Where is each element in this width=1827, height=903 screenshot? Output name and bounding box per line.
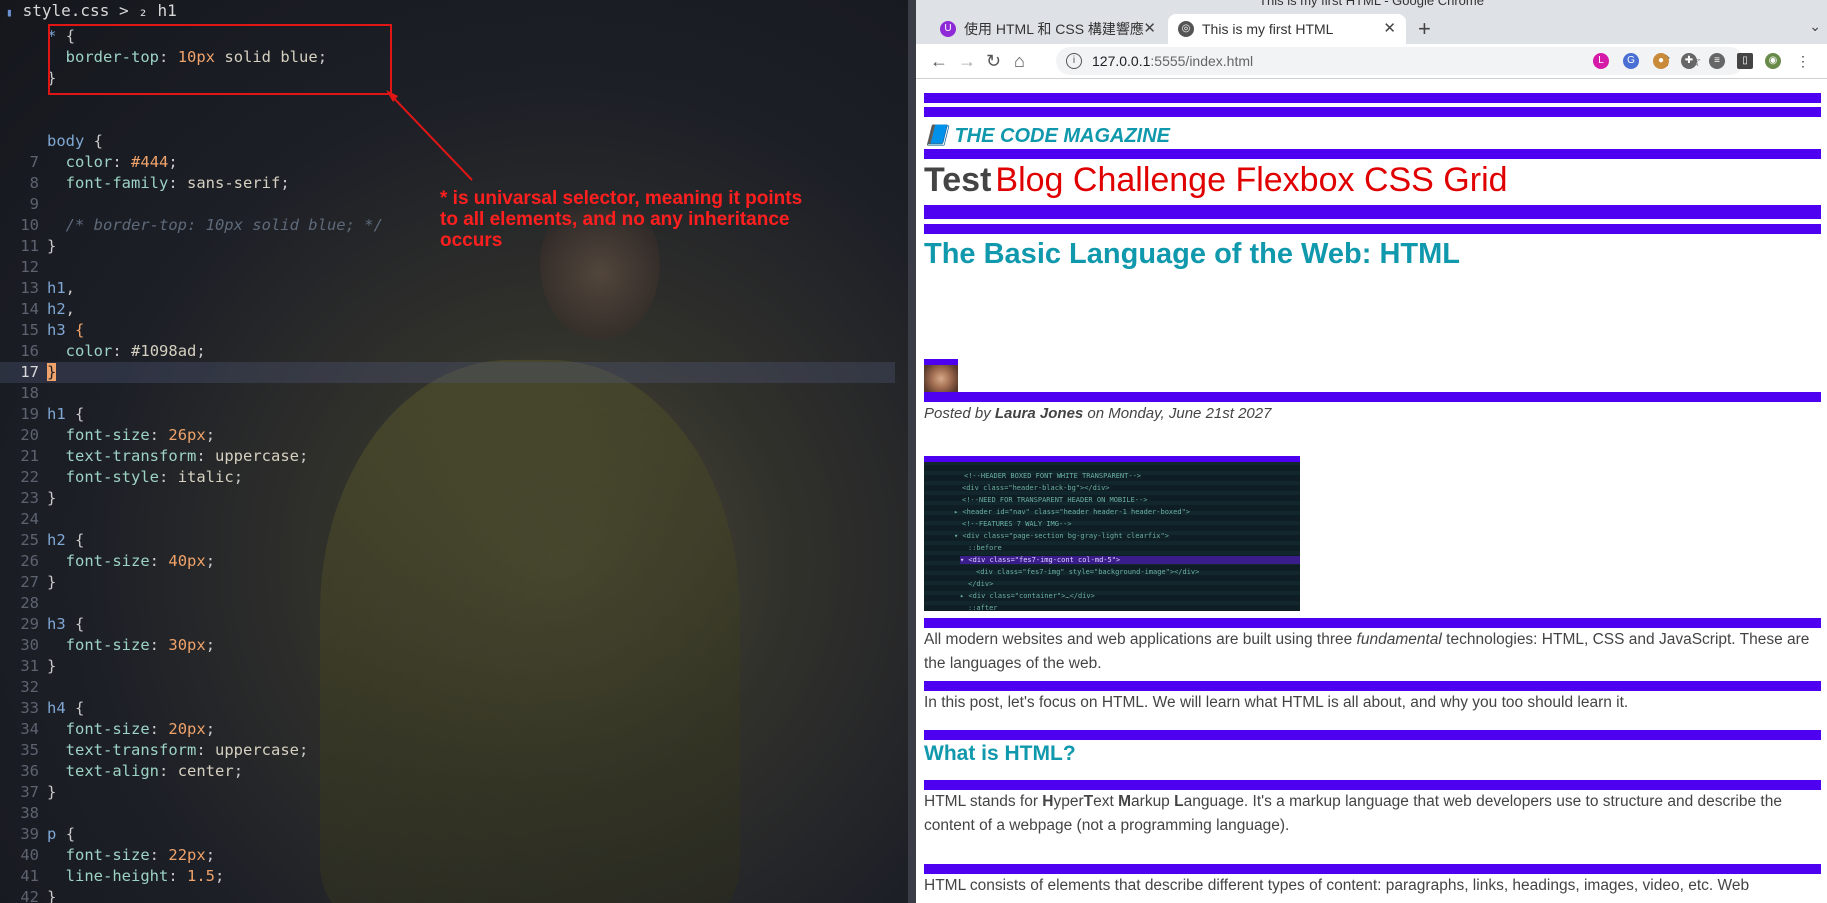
magazine-title: 📘 The Code Magazine [924,125,1171,147]
tab-label: 使用 HTML 和 CSS 構建響應 [964,21,1144,37]
tab-favicon-icon: U [940,21,956,37]
menu-kebab-icon[interactable]: ⋮ [1795,53,1811,69]
p3-part: ext [1093,793,1119,810]
url-path: :5555/index.html [1150,53,1254,69]
nav-heading: Test Blog Challenge Flexbox CSS Grid [924,149,1821,219]
top-border [924,93,1821,103]
p3-strong: H [1042,793,1054,810]
address-bar[interactable]: i 127.0.0.1:5555/index.html ⌕ ⇪ ☆ [1056,47,1744,75]
tab-close-icon[interactable]: ✕ [1143,14,1156,44]
web-page: 📘 The Code Magazine Test Blog Challenge F… [916,79,1827,903]
paragraph-html-def: HTML stands for HyperText Markup Languag… [924,780,1821,838]
window-title: This is my first HTML - Google Chrome [916,0,1827,8]
section-heading: What is HTML? [924,730,1821,768]
annotation-arrow [386,90,473,181]
home-icon[interactable]: ⌂ [1014,49,1025,73]
browser-toolbar: ← → ↻ ⌂ i 127.0.0.1:5555/index.html ⌕ ⇪ … [916,44,1827,79]
tab-close-icon[interactable]: ✕ [1383,14,1396,44]
url-host: 127.0.0.1 [1092,53,1151,69]
hero-image: <!--HEADER BOXED FONT WHITE TRANSPARENT-… [924,456,1300,611]
paragraph-intro: All modern websites and web applications… [924,618,1821,676]
tab-search-button[interactable]: ⌄ [1809,18,1821,35]
extension-icon[interactable]: L [1593,53,1609,69]
extensions-puzzle-icon[interactable]: ✚ [1681,53,1697,69]
back-icon[interactable]: ← [930,49,948,73]
annotation-text: * is univarsal selector, meaning it poin… [440,188,803,251]
window-splitter[interactable] [908,0,916,903]
tab-active[interactable]: ◎ This is my first HTML ✕ [1168,14,1406,44]
new-tab-button[interactable]: + [1418,16,1431,42]
p3-part: arkup [1131,793,1175,810]
p3-strong: L [1174,793,1184,810]
reload-icon[interactable]: ↻ [986,49,1001,73]
nav-border [924,205,1821,219]
nav-links[interactable]: Blog Challenge Flexbox CSS Grid [995,161,1507,199]
p3-part: HTML stands for [924,793,1043,810]
posted-prefix: Posted by [924,405,995,422]
p3-part: yper [1053,793,1084,810]
forward-icon[interactable]: → [958,49,976,73]
tab-strip: U 使用 HTML 和 CSS 構建響應 ✕ ◎ This is my firs… [916,8,1827,44]
site-header: 📘 The Code Magazine [924,93,1821,148]
tab-label: This is my first HTML [1202,21,1334,37]
p3-strong: M [1118,793,1132,810]
site-info-icon[interactable]: i [1066,53,1082,69]
author-name: Laura Jones [994,405,1084,422]
posted-suffix: on Monday, June 21st 2027 [1083,405,1272,422]
tab-favicon-icon: ◎ [1178,21,1194,37]
reading-list-icon[interactable]: ≡ [1709,53,1725,69]
paragraph-elements: HTML consists of elements that describe … [924,864,1821,898]
post-meta: Posted by Laura Jones on Monday, June 21… [924,392,1821,424]
test-word: Test [924,161,992,199]
paragraph-focus: In this post, let's focus on HTML. We wi… [924,681,1821,715]
browser-window: This is my first HTML - Google Chrome U … [916,0,1827,903]
p3-strong: T [1083,793,1094,810]
code-editor[interactable]: ▮ style.css > ₂ h1 * { border-top: 10px s… [0,0,908,903]
cookie-icon[interactable]: ● [1653,53,1669,69]
translate-icon[interactable]: G [1623,53,1639,69]
side-panel-icon[interactable]: ▯ [1737,53,1753,69]
url-text[interactable]: 127.0.0.1:5555/index.html [1092,47,1253,75]
article-title: The Basic Language of the Web: HTML [924,224,1821,274]
p1-text-a: All modern websites and web applications… [924,631,1357,648]
profile-avatar[interactable]: ◉ [1765,53,1781,69]
p1-emphasis: fundamental [1356,631,1442,648]
tab-inactive[interactable]: U 使用 HTML 和 CSS 構建響應 ✕ [930,14,1166,44]
